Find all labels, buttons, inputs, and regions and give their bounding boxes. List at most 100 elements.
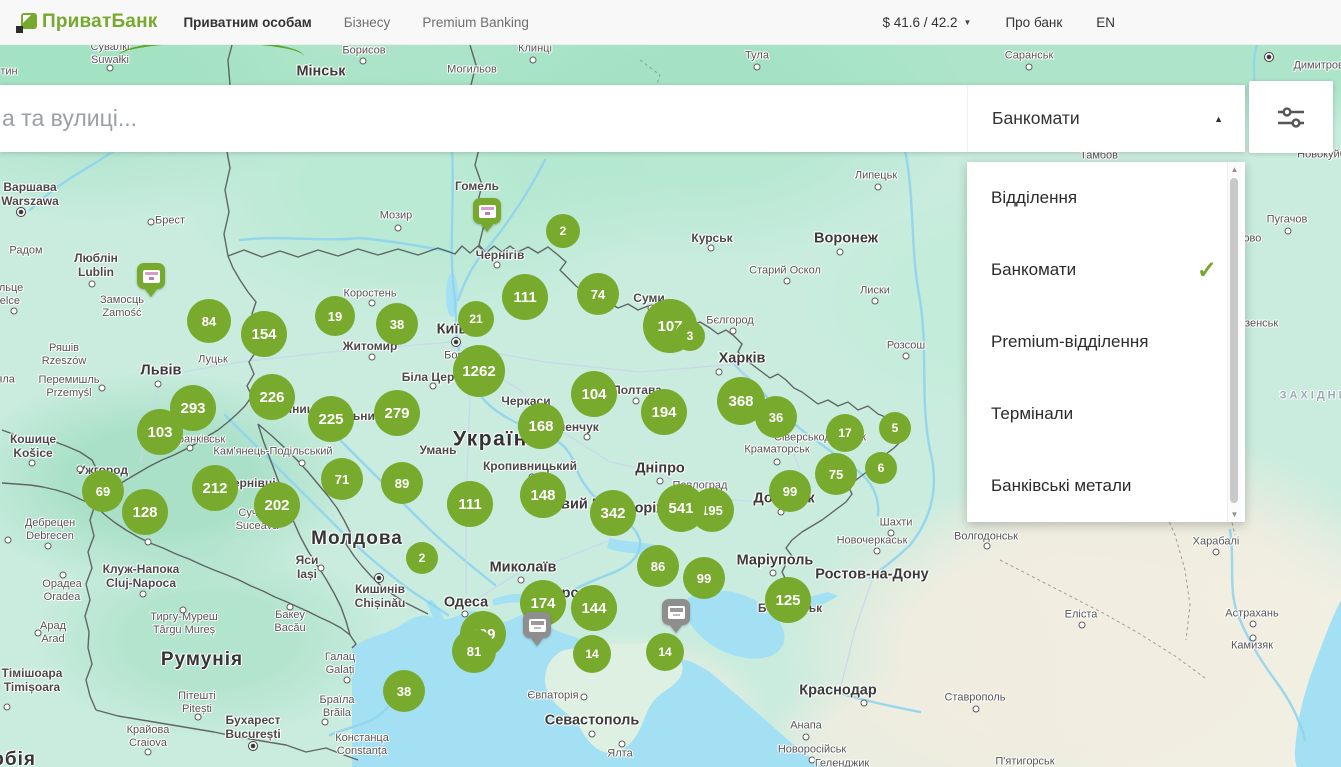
map-cluster[interactable]: 81 [452, 629, 496, 673]
map-label: Мінськ [296, 63, 345, 80]
map-label: Чернігів [476, 248, 525, 262]
chevron-up-icon: ▲ [1214, 114, 1223, 124]
map-cluster[interactable]: 1262 [453, 345, 505, 397]
nav-item-1[interactable]: Бізнесу [344, 15, 391, 30]
map-cluster[interactable]: 148 [520, 472, 566, 518]
city-dot [872, 298, 879, 305]
atm-pin[interactable] [662, 599, 690, 633]
atm-icon [479, 205, 496, 218]
map-cluster[interactable]: 3 [675, 321, 705, 351]
city-dot [29, 460, 36, 467]
map-cluster[interactable]: 226 [249, 374, 295, 420]
map-cluster[interactable]: 17 [826, 414, 864, 452]
map-cluster[interactable]: 14 [646, 633, 684, 671]
scrollbar-up-arrow-icon[interactable]: ▲ [1228, 165, 1241, 174]
map-cluster[interactable]: 6 [865, 452, 897, 484]
dropdown-item-1[interactable]: Банкомати✓ [967, 234, 1245, 306]
map-cluster[interactable]: 71 [321, 458, 363, 500]
map-label: Маріуполь [737, 552, 814, 569]
map-cluster[interactable]: 89 [381, 462, 423, 504]
map-cluster[interactable]: 168 [518, 403, 564, 449]
privatbank-logo[interactable]: ПриватБанк [16, 11, 157, 33]
dropdown-item-0[interactable]: Відділення [967, 162, 1245, 234]
map-cluster[interactable]: 84 [187, 299, 231, 343]
category-select[interactable]: Банкомати ▲ [967, 85, 1245, 152]
map-label: Умань [420, 443, 457, 457]
city-dot [89, 281, 96, 288]
map-cluster[interactable]: 125 [765, 577, 811, 623]
map-cluster[interactable]: 2 [406, 542, 438, 574]
map-label: Бяла [0, 374, 15, 387]
branch-pin[interactable] [473, 198, 501, 232]
map-label: Одеса [444, 594, 488, 611]
map-cluster[interactable]: 5 [879, 412, 911, 444]
nav-item-2[interactable]: Premium Banking [422, 15, 529, 30]
map-cluster[interactable]: 74 [577, 273, 619, 315]
map-cluster[interactable]: 19 [315, 296, 355, 336]
map-cluster[interactable]: 194 [641, 389, 687, 435]
scrollbar-thumb[interactable] [1230, 178, 1238, 503]
language-switcher[interactable]: EN [1096, 15, 1115, 30]
map-cluster[interactable]: 144 [571, 585, 617, 631]
map-label: КишинівChișinău [355, 582, 406, 610]
city-dot [145, 749, 152, 756]
dropdown-item-4[interactable]: Банківські метали [967, 450, 1245, 522]
map-label: БакеуBacău [274, 609, 305, 635]
city-dot [318, 565, 325, 572]
about-bank-link[interactable]: Про банк [1005, 15, 1062, 30]
city-dot [145, 539, 152, 546]
map-cluster[interactable]: 21 [458, 301, 494, 337]
city-dot [584, 434, 591, 441]
map-cluster[interactable]: 128 [122, 489, 168, 535]
map-label: ПітештіPitești [178, 690, 216, 716]
map-cluster[interactable]: 38 [376, 303, 418, 345]
city-dot [1079, 622, 1086, 629]
map-cluster[interactable]: 99 [683, 557, 725, 599]
map-cluster[interactable]: 111 [502, 274, 548, 320]
currency-rate-dropdown[interactable]: $ 41.6 / 42.2 ▼ [882, 15, 971, 30]
category-select-value: Банкомати [992, 108, 1214, 129]
map-cluster[interactable]: 99 [769, 470, 811, 512]
dropdown-scrollbar[interactable]: ▲ ▼ [1227, 162, 1241, 522]
map-cluster[interactable]: 103 [137, 409, 183, 455]
map-cluster[interactable]: 38 [383, 670, 425, 712]
nav-item-0[interactable]: Приватним особам [183, 15, 311, 30]
map-cluster[interactable]: 69 [82, 470, 124, 512]
search-input[interactable] [0, 85, 967, 152]
city-dot [99, 385, 106, 392]
city-dot [395, 225, 402, 232]
city-dot [518, 577, 525, 584]
privatbank-logo-text: ПриватБанк [42, 11, 157, 33]
map-cluster[interactable]: 104 [571, 371, 617, 417]
dropdown-item-2[interactable]: Premium-відділення [967, 306, 1245, 378]
scrollbar-down-arrow-icon[interactable]: ▼ [1228, 510, 1241, 519]
city-dot [633, 398, 640, 405]
map-label: Могильов [447, 64, 497, 77]
map-label: Липецьк [855, 170, 897, 183]
main-nav: Приватним особам Бізнесу Premium Banking [183, 15, 528, 30]
map-cluster[interactable]: 2 [546, 214, 580, 248]
filters-button[interactable] [1249, 81, 1333, 153]
map-cluster[interactable]: 279 [374, 390, 420, 436]
map-cluster[interactable]: 368 [717, 377, 765, 425]
city-dot [530, 57, 537, 64]
map-cluster[interactable]: 154 [241, 311, 287, 357]
map-label: Ставрополь [944, 692, 1005, 705]
atm-pin[interactable] [523, 612, 551, 646]
map-cluster[interactable]: 86 [637, 545, 679, 587]
city-dot [874, 548, 881, 555]
map-cluster[interactable]: 225 [308, 396, 354, 442]
city-dot [1285, 228, 1292, 235]
branch-pin[interactable] [137, 263, 165, 297]
map-cluster[interactable]: 342 [590, 490, 636, 536]
map-cluster[interactable]: 212 [192, 465, 238, 511]
map-cluster[interactable]: 75 [815, 453, 857, 495]
map-cluster[interactable]: 202 [254, 482, 300, 528]
map-cluster[interactable]: 111 [447, 481, 493, 527]
city-dot [369, 354, 376, 361]
dropdown-item-3[interactable]: Термінали [967, 378, 1245, 450]
map-cluster[interactable]: 541 [657, 484, 705, 532]
city-dot [60, 572, 67, 579]
city-dot [784, 278, 791, 285]
map-cluster[interactable]: 14 [573, 635, 611, 673]
